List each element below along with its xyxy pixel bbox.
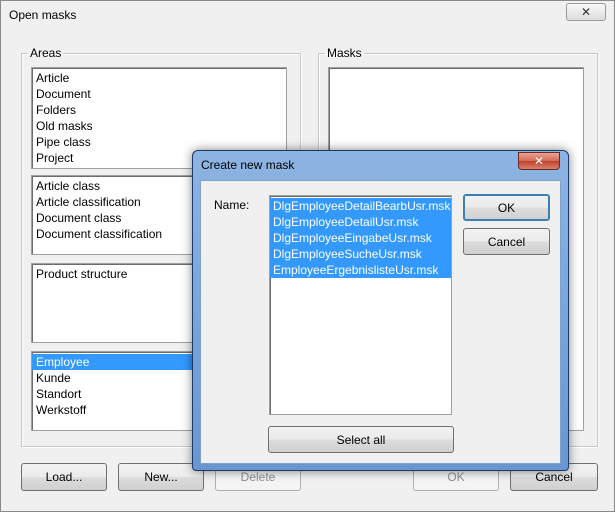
list-item[interactable]: Folders	[32, 102, 286, 118]
close-icon: ✕	[580, 5, 592, 19]
list-item[interactable]: Pipe class	[32, 134, 286, 150]
dialog-cancel-button[interactable]: Cancel	[463, 228, 550, 255]
create-new-mask-dialog: Create new mask ✕ Name: DlgEmployeeDetai…	[192, 150, 569, 471]
dialog-client: Name: DlgEmployeeDetailBearbUsr.msk DlgE…	[200, 180, 561, 464]
name-list[interactable]: DlgEmployeeDetailBearbUsr.msk DlgEmploye…	[269, 195, 452, 415]
list-item[interactable]: Old masks	[32, 118, 286, 134]
list-item[interactable]: Document	[32, 86, 286, 102]
title-bar: Open masks ✕	[1, 1, 614, 31]
list-item[interactable]: Article	[32, 70, 286, 86]
load-button[interactable]: Load...	[21, 463, 107, 491]
name-label: Name:	[214, 198, 250, 212]
list-item-selected[interactable]: DlgEmployeeEingabeUsr.msk	[270, 230, 451, 246]
dialog-close-button[interactable]: ✕	[518, 152, 560, 170]
list-item-selected[interactable]: DlgEmployeeDetailUsr.msk	[270, 214, 451, 230]
close-button[interactable]: ✕	[566, 3, 606, 21]
window-title: Open masks	[9, 8, 77, 22]
list-item-selected[interactable]: EmployeeErgebnislisteUsr.msk	[270, 262, 451, 278]
list-item-selected[interactable]: DlgEmployeeSucheUsr.msk	[270, 246, 451, 262]
dialog-ok-button[interactable]: OK	[463, 194, 550, 221]
close-icon: ✕	[533, 154, 545, 168]
select-all-button[interactable]: Select all	[268, 426, 454, 453]
areas-legend: Areas	[30, 46, 62, 60]
dialog-title: Create new mask	[201, 158, 295, 172]
list-item-selected[interactable]: DlgEmployeeDetailBearbUsr.msk	[270, 198, 451, 214]
masks-legend: Masks	[327, 46, 362, 60]
